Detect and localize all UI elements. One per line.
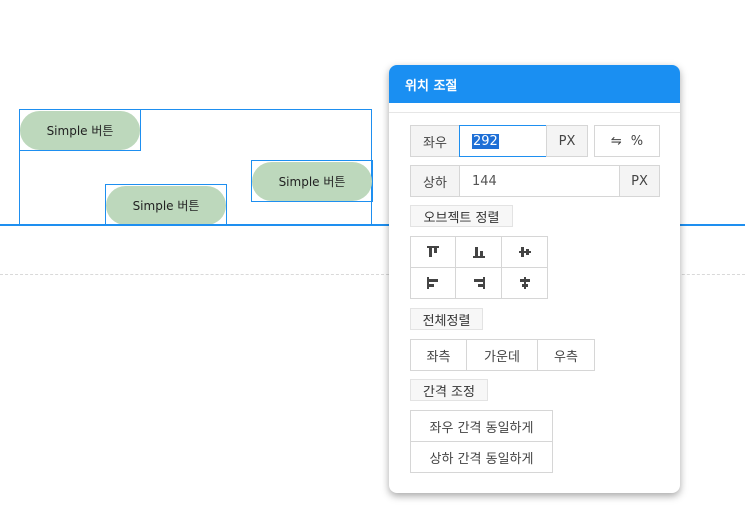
x-position-input[interactable]: 292	[459, 125, 547, 157]
x-label: 좌우	[410, 125, 460, 157]
y-position-value: 144	[472, 173, 497, 189]
unit-toggle-button[interactable]: ⇋ %	[594, 125, 660, 157]
align-top-button[interactable]	[410, 236, 456, 268]
simple-button-3[interactable]: Simple 버튼	[106, 186, 226, 225]
align-all-right-button[interactable]: 우측	[537, 339, 595, 371]
y-unit-px: PX	[619, 165, 660, 197]
all-align-label: 전체정렬	[410, 308, 483, 330]
align-top-icon	[427, 246, 439, 257]
align-all-left-label: 좌측	[426, 349, 451, 365]
position-panel: 위치 조절 좌우 292 PX ⇋ % 상하 144 PX 오브젝트 정렬 전체…	[389, 65, 680, 493]
align-vertical-center-icon	[518, 247, 531, 257]
simple-button-2[interactable]: Simple 버튼	[252, 162, 372, 201]
y-label: 상하	[410, 165, 460, 197]
panel-header: 위치 조절	[389, 65, 680, 103]
equalize-vertical-spacing-button[interactable]: 상하 간격 동일하게	[410, 441, 553, 473]
y-unit-text: PX	[631, 173, 648, 189]
percent-label: %	[630, 133, 644, 149]
x-label-text: 좌우	[423, 135, 447, 151]
align-left-button[interactable]	[410, 267, 456, 299]
x-unit-px: PX	[546, 125, 588, 157]
equalize-horizontal-spacing-button[interactable]: 좌우 간격 동일하게	[410, 410, 553, 442]
y-label-text: 상하	[423, 175, 447, 191]
spacing-label: 간격 조정	[410, 379, 488, 401]
object-align-text: 오브젝트 정렬	[423, 210, 500, 226]
align-right-icon	[473, 277, 485, 289]
align-all-right-label: 우측	[554, 349, 578, 365]
align-middle-button[interactable]	[501, 236, 548, 268]
x-unit-text: PX	[558, 133, 576, 149]
panel-title: 위치 조절	[405, 78, 458, 94]
align-right-button[interactable]	[455, 267, 502, 299]
simple-button-1-label: Simple 버튼	[46, 124, 114, 138]
align-left-icon	[427, 277, 438, 289]
align-all-center-label: 가운데	[484, 349, 520, 365]
align-bottom-button[interactable]	[455, 236, 502, 268]
panel-divider	[389, 112, 680, 113]
align-all-left-button[interactable]: 좌측	[410, 339, 467, 371]
align-horizontal-center-icon	[519, 277, 530, 289]
align-all-center-button[interactable]: 가운데	[466, 339, 538, 371]
y-position-input[interactable]: 144	[459, 165, 620, 197]
object-align-label: 오브젝트 정렬	[410, 205, 513, 227]
equalize-vertical-label: 상하 간격 동일하게	[429, 451, 534, 467]
align-bottom-icon	[472, 247, 485, 258]
all-align-text: 전체정렬	[422, 313, 471, 329]
spacing-text: 간격 조정	[423, 384, 475, 400]
simple-button-3-label: Simple 버튼	[132, 199, 200, 213]
simple-button-1[interactable]: Simple 버튼	[20, 111, 140, 150]
swap-icon: ⇋	[610, 133, 622, 149]
align-center-button[interactable]	[501, 267, 548, 299]
simple-button-2-label: Simple 버튼	[278, 175, 346, 189]
x-position-value: 292	[472, 133, 499, 149]
equalize-horizontal-label: 좌우 간격 동일하게	[429, 420, 534, 436]
